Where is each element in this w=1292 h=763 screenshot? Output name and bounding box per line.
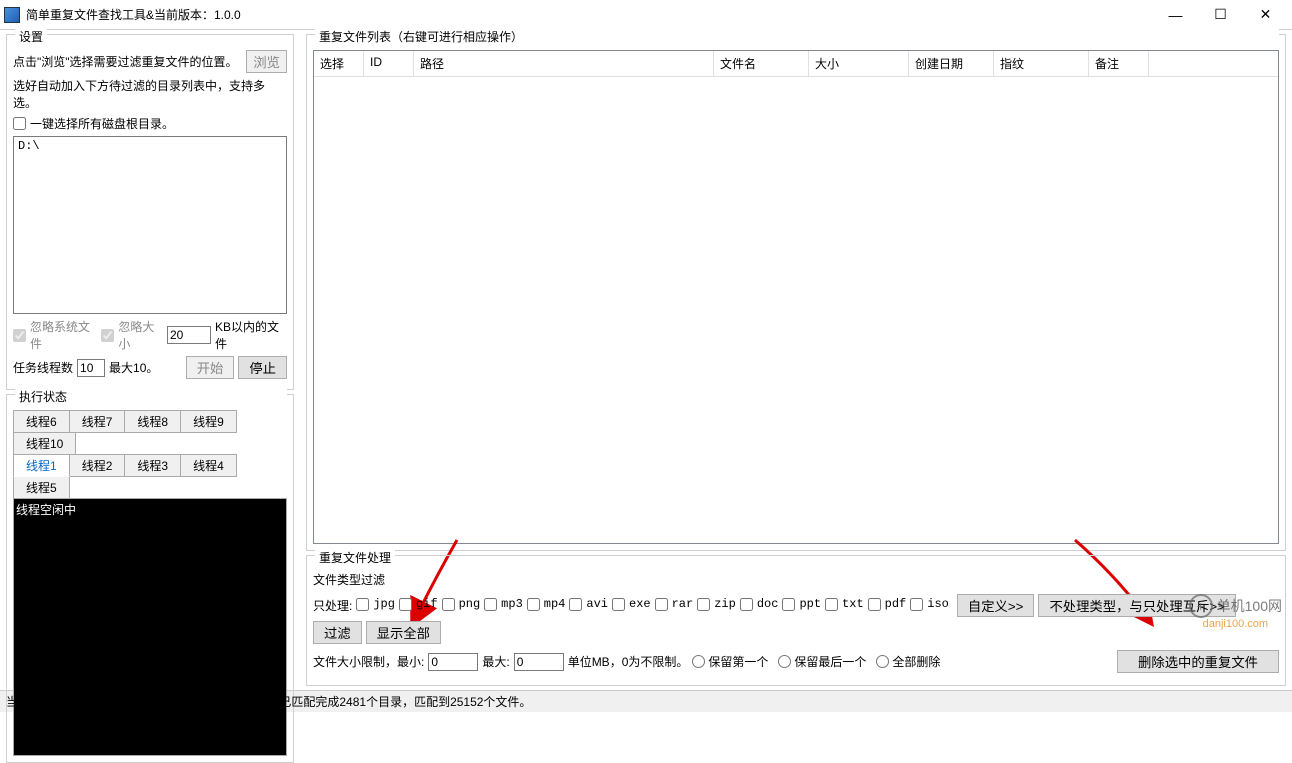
filetype-checkbox-jpg[interactable]: jpg [356,597,395,611]
filetype-checkbox-mp4[interactable]: mp4 [527,597,566,611]
status-bar: 当前执行第二步，查找匹配文件，共15138个目录，已匹配完成2481个目录，匹配… [0,690,1292,712]
filetype-checkbox-avi[interactable]: avi [569,597,608,611]
col-remark[interactable]: 备注 [1089,51,1149,76]
thread-tab[interactable]: 线程6 [13,410,70,433]
start-button[interactable]: 开始 [186,356,235,379]
keep-first-radio[interactable]: 保留第一个 [692,653,768,670]
thread-tab[interactable]: 线程10 [13,432,76,455]
filter-title: 重复文件处理 [315,549,395,566]
size-min-input[interactable] [428,653,478,671]
settings-title: 设置 [15,28,47,45]
maximize-button[interactable]: ☐ [1198,1,1243,29]
filetype-checkbox-mp3[interactable]: mp3 [484,597,523,611]
thread-tab[interactable]: 线程4 [180,454,237,477]
file-table[interactable]: 选择 ID 路径 文件名 大小 创建日期 指纹 备注 [313,50,1279,544]
size-max-input[interactable] [514,653,564,671]
keep-last-radio[interactable]: 保留最后一个 [778,653,866,670]
stop-button[interactable]: 停止 [238,356,287,379]
window-title: 简单重复文件查找工具&当前版本：1.0.0 [26,6,1153,23]
close-button[interactable]: ✕ [1243,1,1288,29]
file-list-group: 重复文件列表（右键可进行相应操作） 选择 ID 路径 文件名 大小 创建日期 指… [306,34,1286,551]
col-id[interactable]: ID [364,51,414,76]
select-all-disks-checkbox[interactable]: 一键选择所有磁盘根目录。 [13,115,174,132]
exclude-types-button[interactable]: 不处理类型，与只处理互斥>> [1038,594,1236,617]
filetype-checkbox-png[interactable]: png [442,597,481,611]
thread-count-label: 任务线程数 [13,359,73,376]
thread-count-input[interactable] [77,359,105,377]
exec-status-title: 执行状态 [15,388,287,405]
col-size[interactable]: 大小 [809,51,909,76]
thread-tab[interactable]: 线程7 [69,410,126,433]
settings-group: 设置 点击"浏览"选择需要过滤重复文件的位置。 浏览 选好自动加入下方待过滤的目… [6,34,294,390]
thread-tab[interactable]: 线程3 [124,454,181,477]
browse-hint: 点击"浏览"选择需要过滤重复文件的位置。 [13,53,242,70]
type-filter-label: 文件类型过滤 [313,571,385,588]
thread-tab[interactable]: 线程5 [13,476,70,499]
filter-group: 重复文件处理 文件类型过滤 只处理: jpggifpngmp3mp4aviexe… [306,555,1286,686]
browse-button[interactable]: 浏览 [246,50,287,73]
directory-list[interactable]: D:\ [13,136,287,314]
filetype-checkbox-exe[interactable]: exe [612,597,651,611]
size-limit-label: 文件大小限制，最小: [313,653,424,670]
col-fingerprint[interactable]: 指纹 [994,51,1089,76]
ignore-system-checkbox[interactable]: 忽略系统文件 [13,318,97,352]
size-suffix: KB以内的文件 [215,318,287,352]
ignore-size-checkbox[interactable]: 忽略大小 [101,318,163,352]
filetype-checkbox-gif[interactable]: gif [399,597,438,611]
col-select[interactable]: 选择 [314,51,364,76]
minimize-button[interactable]: — [1153,1,1198,29]
file-list-title: 重复文件列表（右键可进行相应操作） [315,28,1279,45]
col-created[interactable]: 创建日期 [909,51,994,76]
delete-all-radio[interactable]: 全部删除 [876,653,940,670]
ignore-size-input[interactable] [167,326,211,344]
thread-tab[interactable]: 线程8 [124,410,181,433]
filetype-checkbox-ppt[interactable]: ppt [782,597,821,611]
only-process-label: 只处理: [313,597,352,614]
custom-types-button[interactable]: 自定义>> [957,594,1035,617]
filetype-checkbox-txt[interactable]: txt [825,597,864,611]
thread-tab[interactable]: 线程1 [13,454,70,477]
delete-selected-button[interactable]: 删除选中的重复文件 [1117,650,1279,673]
show-all-button[interactable]: 显示全部 [366,621,441,644]
col-path[interactable]: 路径 [414,51,714,76]
thread-max: 最大10。 [109,359,182,376]
filetype-checkbox-zip[interactable]: zip [697,597,736,611]
thread-console: 线程空闲中 [13,498,287,756]
col-filename[interactable]: 文件名 [714,51,809,76]
size-unit: 单位MB，0为不限制。 [568,653,689,670]
hint-multiselect: 选好自动加入下方待过滤的目录列表中，支持多选。 [13,77,287,111]
filetype-checkbox-rar[interactable]: rar [655,597,694,611]
directory-entry[interactable]: D:\ [18,139,282,153]
filetype-checkbox-iso[interactable]: iso [910,597,949,611]
size-max-label: 最大: [482,653,509,670]
title-bar: 简单重复文件查找工具&当前版本：1.0.0 — ☐ ✕ [0,0,1292,30]
filetype-checkbox-doc[interactable]: doc [740,597,779,611]
filter-button[interactable]: 过滤 [313,621,362,644]
app-icon [4,7,20,23]
thread-tab[interactable]: 线程9 [180,410,237,433]
filetype-checkbox-pdf[interactable]: pdf [868,597,907,611]
thread-tab[interactable]: 线程2 [69,454,126,477]
